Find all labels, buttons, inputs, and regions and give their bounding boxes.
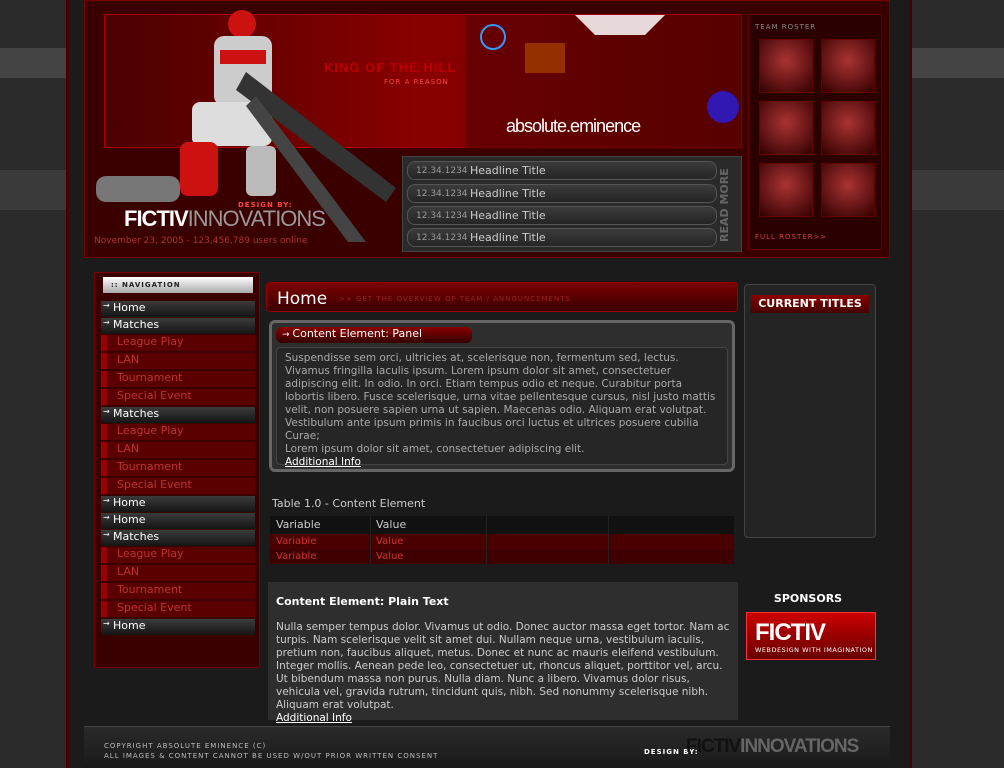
additional-info-link[interactable]: Additional Info xyxy=(285,456,361,468)
banner-subtagline: FOR A REASON xyxy=(384,78,449,86)
nav-subitem[interactable]: League Play xyxy=(101,424,255,440)
table-cell: Value xyxy=(376,551,404,562)
avatar[interactable] xyxy=(821,101,875,155)
column-divider xyxy=(370,516,371,534)
nav-item[interactable]: Matches xyxy=(101,407,255,423)
navigation-sidebar: :: NAVIGATION HomeMatchesLeague PlayLANT… xyxy=(94,272,260,668)
table-row: Variable Value xyxy=(270,549,734,564)
avatar[interactable] xyxy=(821,163,875,217)
headline-title: Headline Title xyxy=(470,231,546,244)
panel-title: → Content Element: Panel xyxy=(276,327,472,343)
panel-body: Suspendisse sem orci, ultricies at, scel… xyxy=(276,347,728,468)
headline-title: Headline Title xyxy=(470,187,546,200)
read-more-link[interactable]: READ MORE xyxy=(718,162,738,248)
nav-subitem[interactable]: Special Event xyxy=(101,389,255,405)
team-roster: TEAM ROSTER FULL ROSTER>> xyxy=(748,14,882,250)
page-subtitle: >> GET THE OVERVIEW OF TEAM / ANNOUNCEME… xyxy=(339,295,571,303)
headline-date: 12.34.1234 xyxy=(416,211,468,221)
sponsor-tagline: WEBDESIGN WITH IMAGINATION xyxy=(755,646,873,654)
avatar[interactable] xyxy=(759,39,813,93)
avatar[interactable] xyxy=(821,39,875,93)
full-roster-link[interactable]: FULL ROSTER>> xyxy=(755,233,827,241)
nav-subitem[interactable]: League Play xyxy=(101,547,255,563)
nav-subitem[interactable]: Tournament xyxy=(101,460,255,476)
logo-primary: FICTIV xyxy=(686,736,741,757)
column-divider xyxy=(608,534,609,549)
plain-text-title: Content Element: Plain Text xyxy=(276,595,449,608)
nav-subitem[interactable]: Special Event xyxy=(101,601,255,617)
column-divider xyxy=(370,534,371,549)
designer-logo: FICTIVINNOVATIONS xyxy=(124,206,326,232)
nav-subitem[interactable]: Special Event xyxy=(101,478,255,494)
plain-text: Nulla semper tempus dolor. Vivamus ut od… xyxy=(276,621,730,711)
nav-subitem[interactable]: League Play xyxy=(101,335,255,351)
panel-title-text: Content Element: Panel xyxy=(292,327,423,340)
sponsors-title: SPONSORS xyxy=(773,592,843,605)
panel-text-extra: Lorem ipsum dolor sit amet, consectetuer… xyxy=(285,443,585,455)
column-divider xyxy=(608,516,609,534)
avatar[interactable] xyxy=(759,101,813,155)
avatar[interactable] xyxy=(759,163,813,217)
logo-primary: FICTIV xyxy=(124,206,189,231)
headline-title: Headline Title xyxy=(470,209,546,222)
roster-title: TEAM ROSTER xyxy=(755,23,817,31)
site-stats: November 23, 2005 - 123,456,789 users on… xyxy=(94,236,308,246)
page-header: Home >> GET THE OVERVIEW OF TEAM / ANNOU… xyxy=(266,282,738,312)
logo-secondary: INNOVATIONS xyxy=(187,206,326,231)
brand-name: absolute.eminence xyxy=(506,116,641,136)
nav-item[interactable]: Home xyxy=(101,513,255,529)
headline-item[interactable]: 12.34.1234 Headline Title xyxy=(407,161,717,180)
table-cell: Variable xyxy=(276,536,317,547)
nav-item[interactable]: Matches xyxy=(101,530,255,546)
table-header-cell: Value xyxy=(376,518,407,531)
column-divider xyxy=(486,516,487,534)
table-caption: Table 1.0 - Content Element xyxy=(272,497,426,510)
panel-text: Suspendisse sem orci, ultricies at, scel… xyxy=(285,352,716,442)
logo-secondary: INNOVATIONS xyxy=(740,736,859,757)
additional-info-link[interactable]: Additional Info xyxy=(276,712,352,724)
headline-item[interactable]: 12.34.1234 Headline Title xyxy=(407,184,717,203)
footer-designer-logo[interactable]: FICTIVINNOVATIONS xyxy=(686,736,859,758)
column-divider xyxy=(608,549,609,564)
headline-title: Headline Title xyxy=(470,164,546,177)
page-title: Home xyxy=(277,289,328,309)
content-table: Variable Value Variable Value Variable V… xyxy=(270,516,734,564)
table-header-cell: Variable xyxy=(276,518,321,531)
usage-notice: ALL IMAGES & CONTENT CANNOT BE USED W/OU… xyxy=(104,752,439,760)
headline-date: 12.34.1234 xyxy=(416,189,468,199)
table-row: Variable Value xyxy=(270,534,734,549)
plain-text-body: Nulla semper tempus dolor. Vivamus ut od… xyxy=(276,621,732,725)
copyright-text: COPYRIGHT ABSOLUTE EMINENCE (C) xyxy=(104,742,267,750)
headlines-panel: 12.34.1234 Headline Title 12.34.1234 Headl… xyxy=(402,156,742,252)
sponsor-banner[interactable]: FICTIV WEBDESIGN WITH IMAGINATION xyxy=(746,612,876,660)
headline-item[interactable]: 12.34.1234 Headline Title xyxy=(407,228,717,247)
nav-subitem[interactable]: Tournament xyxy=(101,371,255,387)
column-divider xyxy=(370,549,371,564)
headline-date: 12.34.1234 xyxy=(416,166,468,176)
nav-subitem[interactable]: Tournament xyxy=(101,583,255,599)
arrow-right-icon: → xyxy=(282,330,293,340)
current-titles-box: CURRENT TITLES xyxy=(744,284,876,538)
nav-subitem[interactable]: LAN xyxy=(101,442,255,458)
table-header-row: Variable Value xyxy=(270,516,734,534)
headline-date: 12.34.1234 xyxy=(416,233,468,243)
nav-subitem[interactable]: LAN xyxy=(101,565,255,581)
column-divider xyxy=(486,534,487,549)
banner-tagline: KING OF THE HILL xyxy=(324,60,457,75)
table-cell: Variable xyxy=(276,551,317,562)
column-divider xyxy=(486,549,487,564)
nav-subitem[interactable]: LAN xyxy=(101,353,255,369)
sponsor-name: FICTIV xyxy=(755,619,826,646)
nav-item[interactable]: Home xyxy=(101,301,255,317)
navigation-title: :: NAVIGATION xyxy=(103,277,253,293)
nav-item[interactable]: Home xyxy=(101,496,255,512)
table-cell: Value xyxy=(376,536,404,547)
current-titles-header: CURRENT TITLES xyxy=(751,295,869,313)
nav-item[interactable]: Home xyxy=(101,619,255,635)
content-panel: → Content Element: Panel Suspendisse sem… xyxy=(269,320,735,472)
nav-item[interactable]: Matches xyxy=(101,318,255,334)
headline-item[interactable]: 12.34.1234 Headline Title xyxy=(407,206,717,225)
